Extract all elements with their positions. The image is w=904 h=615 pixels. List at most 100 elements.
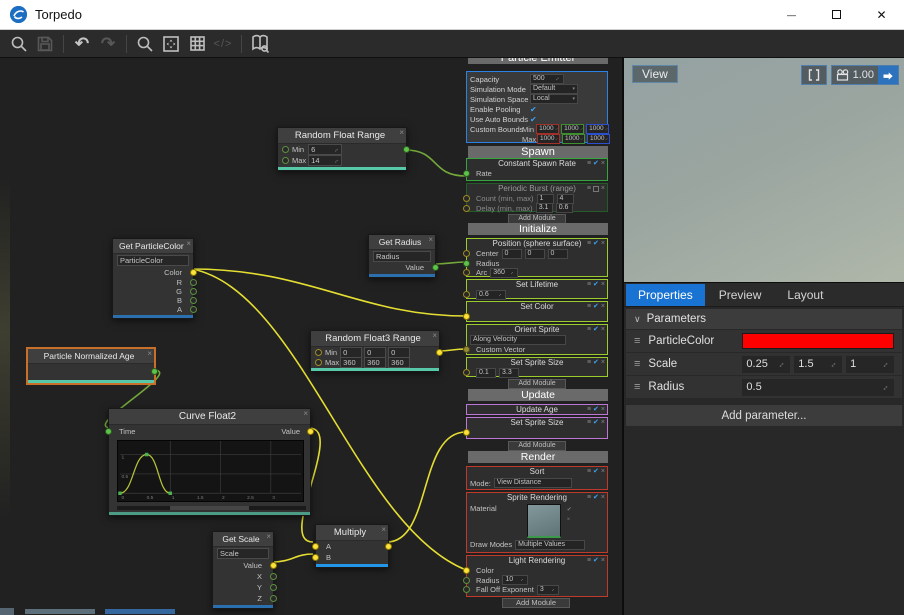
module-set-lifetime[interactable]: Set Lifetime≡✔× 0.6↔ — [466, 279, 608, 299]
material-clear-icon[interactable]: × — [567, 517, 572, 523]
scale-y-field[interactable]: 1.5↔ — [794, 356, 842, 373]
module-menu-icon[interactable]: ≡ — [587, 159, 591, 169]
light-radius-input-port[interactable] — [463, 577, 470, 584]
material-accept-icon[interactable]: ✔ — [567, 506, 572, 513]
output-port[interactable] — [385, 543, 392, 550]
module-close-icon[interactable]: × — [601, 556, 605, 566]
zoom-button[interactable] — [132, 32, 158, 56]
bounds-min-z-field[interactable]: 1000↔ — [586, 124, 609, 134]
use-auto-bounds-checkbox[interactable]: ✔ — [530, 115, 537, 124]
node-title[interactable]: Particle Normalized Age× — [28, 349, 154, 364]
input-port-max[interactable] — [282, 157, 289, 164]
output-port[interactable] — [436, 349, 443, 356]
draw-modes-select[interactable]: Multiple Values — [515, 540, 585, 550]
input-port-max[interactable] — [315, 359, 322, 366]
minimize-button[interactable]: — — [769, 0, 814, 30]
output-port[interactable] — [151, 368, 158, 375]
module-close-icon[interactable]: × — [601, 358, 605, 368]
size-max-field[interactable]: 3.3 — [499, 368, 519, 378]
node-close-icon[interactable]: × — [428, 235, 433, 244]
node-random-float3-range[interactable]: Random Float3 Range× Min 0 0 0 Max 360 3… — [310, 330, 440, 372]
size-min-field[interactable]: 0.1 — [476, 368, 496, 378]
input-port-min[interactable] — [315, 349, 322, 356]
max-y-field[interactable]: 360 — [364, 357, 386, 368]
delay-input-port[interactable] — [463, 205, 470, 212]
output-port-x[interactable] — [270, 573, 277, 580]
min-field[interactable]: 6↔ — [308, 144, 342, 155]
scale-x-field[interactable]: 0.25↔ — [742, 356, 790, 373]
count-min-field[interactable]: 1 — [537, 194, 554, 204]
output-port-y[interactable] — [270, 584, 277, 591]
view-menu-button[interactable]: View — [632, 65, 678, 83]
output-port[interactable] — [403, 146, 410, 153]
node-graph-canvas[interactable]: Random Float Range× Min6↔ Max14↔ Get Par… — [0, 58, 622, 615]
module-sort[interactable]: Sort≡✔× Mode:View Distance — [466, 466, 608, 490]
output-port-a[interactable] — [190, 306, 197, 313]
particlecolor-swatch[interactable] — [742, 333, 894, 349]
redo-button[interactable]: ↷ — [95, 32, 121, 56]
node-multiply[interactable]: Multiply× A B — [315, 524, 389, 568]
step-forward-button[interactable]: ⮕ — [878, 66, 898, 84]
module-orient-sprite[interactable]: Orient Sprite≡✔× Along Velocity Custom V… — [466, 324, 608, 355]
node-get-radius[interactable]: Get Radius× Radius Value — [368, 234, 436, 278]
section-header-update[interactable]: Update — [468, 389, 608, 401]
output-port-b[interactable] — [190, 297, 197, 304]
curve-plot[interactable]: 0.5100.511.522.53 — [117, 440, 304, 502]
code-view-button[interactable]: </​> — [210, 32, 236, 56]
module-position-sphere-surface[interactable]: Position (sphere surface)≡✔× Center 0 0 … — [466, 238, 608, 277]
add-module-button-initialize[interactable]: Add Module — [508, 379, 566, 389]
node-close-icon[interactable]: × — [186, 239, 191, 248]
module-enabled-checkbox[interactable]: ✔ — [593, 302, 599, 312]
node-close-icon[interactable]: × — [147, 349, 152, 358]
node-curve-float2[interactable]: Curve Float2× Time Value 0.5100.511.522.… — [108, 408, 311, 516]
node-get-scale[interactable]: Get Scale× Scale Value X Y Z — [212, 531, 274, 609]
module-menu-icon[interactable]: ≡ — [587, 280, 591, 290]
section-header-spawn[interactable]: Spawn — [468, 146, 608, 158]
module-set-sprite-size-update[interactable]: Set Sprite Size≡✔× — [466, 417, 608, 439]
node-get-particlecolor[interactable]: Get ParticleColor× ParticleColor Color R… — [112, 238, 194, 319]
module-enabled-checkbox[interactable]: ✔ — [593, 405, 599, 415]
light-radius-field[interactable]: 10↔ — [502, 575, 528, 585]
center-x-field[interactable]: 0 — [502, 249, 522, 259]
module-close-icon[interactable]: × — [601, 493, 605, 503]
module-menu-icon[interactable]: ≡ — [587, 418, 591, 428]
arc-input-port[interactable] — [463, 269, 470, 276]
parameter-name-field[interactable]: ParticleColor — [117, 255, 189, 266]
add-module-button-update[interactable]: Add Module — [508, 441, 566, 451]
module-close-icon[interactable]: × — [601, 302, 605, 312]
module-enabled-checkbox[interactable]: ✔ — [593, 159, 599, 169]
add-parameter-button[interactable]: Add parameter... — [626, 405, 902, 426]
module-close-icon[interactable]: × — [601, 418, 605, 428]
module-enabled-checkbox[interactable]: ✔ — [593, 493, 599, 503]
node-title[interactable]: Get Radius× — [369, 235, 435, 250]
module-menu-icon[interactable]: ≡ — [587, 302, 591, 312]
output-port-z[interactable] — [270, 595, 277, 602]
count-input-port[interactable] — [463, 195, 470, 202]
module-close-icon[interactable]: × — [601, 239, 605, 249]
output-port-value[interactable] — [270, 562, 277, 569]
module-close-icon[interactable]: × — [601, 405, 605, 415]
material-preview[interactable] — [527, 504, 561, 538]
module-menu-icon[interactable]: ≡ — [587, 493, 591, 503]
node-title[interactable]: Random Float Range× — [278, 128, 406, 144]
module-menu-icon[interactable]: ≡ — [587, 556, 591, 566]
orient-mode-select[interactable]: Along Velocity — [470, 335, 566, 345]
radius-input-port[interactable] — [463, 260, 470, 267]
fit-view-button[interactable] — [158, 32, 184, 56]
grid-button[interactable] — [184, 32, 210, 56]
input-port-a[interactable] — [312, 543, 319, 550]
input-port-time[interactable] — [105, 428, 112, 435]
module-enabled-checkbox[interactable]: ✔ — [593, 358, 599, 368]
max-x-field[interactable]: 360 — [340, 357, 362, 368]
light-color-input-port[interactable] — [463, 567, 470, 574]
save-button[interactable] — [32, 32, 58, 56]
emitter-properties[interactable]: Capacity500↔ Simulation ModeDefault▾ Sim… — [466, 71, 608, 143]
count-max-field[interactable]: 4 — [557, 194, 574, 204]
drag-handle-icon[interactable]: ≡ — [634, 358, 640, 370]
module-enabled-checkbox[interactable]: ✔ — [593, 280, 599, 290]
center-z-field[interactable]: 0 — [548, 249, 568, 259]
rate-input-port[interactable] — [463, 170, 470, 177]
curve-scrollbar[interactable] — [117, 506, 306, 510]
color-input-port[interactable] — [463, 313, 470, 320]
node-particle-normalized-age[interactable]: Particle Normalized Age× — [27, 348, 155, 384]
